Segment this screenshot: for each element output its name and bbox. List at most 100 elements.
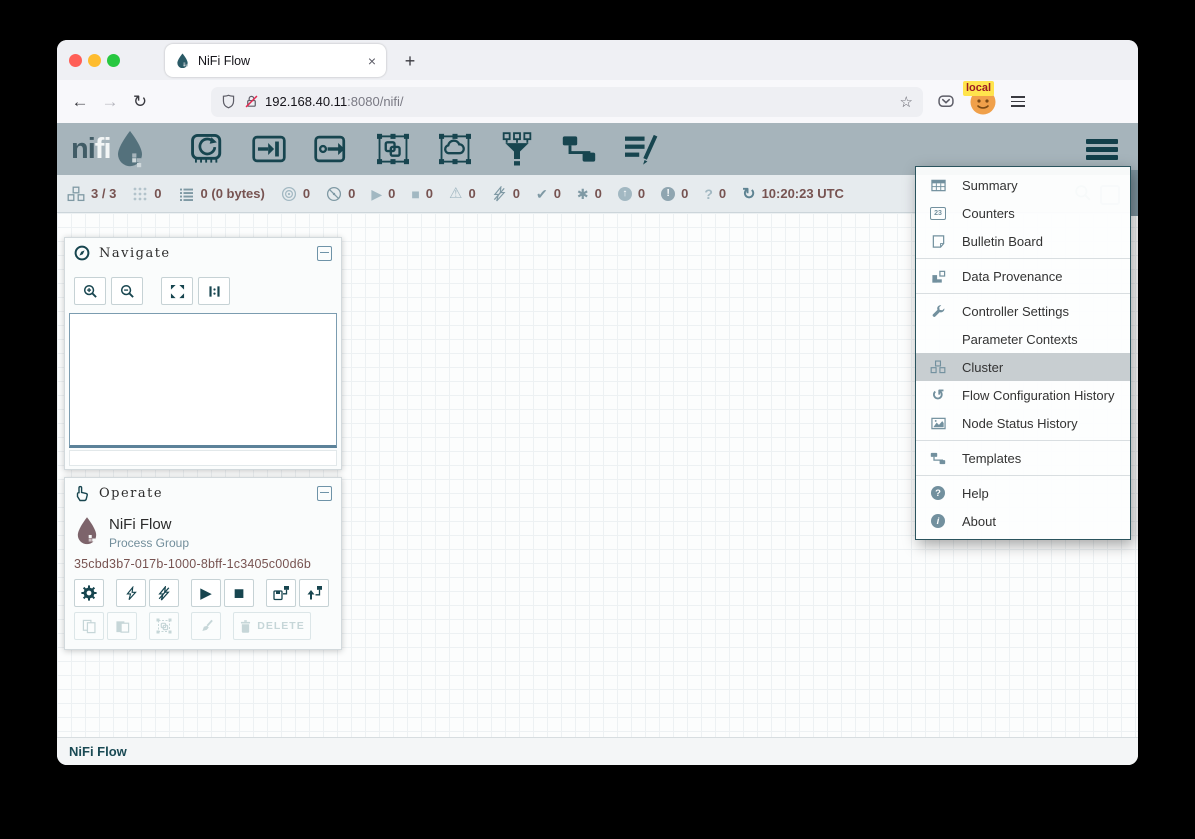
menu-item-cluster[interactable]: Cluster	[916, 353, 1130, 381]
refresh-status[interactable]: ↻ 10:20:23 UTC	[742, 184, 844, 204]
zoom-actual-size-button[interactable]	[198, 277, 230, 305]
menu-item-counters[interactable]: 23 Counters	[916, 199, 1130, 227]
new-tab-button[interactable]: +	[397, 48, 423, 74]
back-button[interactable]: ←	[65, 92, 95, 112]
process-group-icon[interactable]	[375, 131, 411, 167]
browser-toolbar: ← → ↻ 192.168.40.11:8080/nifi/ ☆	[57, 80, 1138, 124]
nifi-logo: nifi	[71, 129, 147, 169]
zoom-fit-button[interactable]	[161, 277, 193, 305]
stop-button[interactable]: ■	[224, 579, 254, 607]
menu-item-flow-configuration-history[interactable]: ↺ Flow Configuration History	[916, 381, 1130, 409]
counters-icon: 23	[930, 207, 946, 220]
menu-item-templates[interactable]: Templates	[916, 444, 1130, 472]
enable-button[interactable]	[116, 579, 146, 607]
operate-palette: Operate NiFi Flow Process Group 35cbd3b7…	[64, 477, 342, 650]
birdseye-scroll-strip[interactable]	[69, 450, 337, 466]
start-button[interactable]: ▶	[191, 579, 221, 607]
bookmark-star-icon[interactable]: ☆	[900, 93, 913, 111]
browser-menu-button[interactable]	[1011, 96, 1025, 107]
flow-configuration-history-icon: ↺	[932, 388, 945, 403]
status-queued: 0 (0 bytes)	[178, 186, 265, 202]
play-icon: ▶	[200, 586, 212, 601]
operate-title: Operate	[99, 486, 308, 501]
status-transmitting: 0	[281, 186, 310, 202]
not-transmitting-icon	[326, 186, 342, 202]
screenshot-stage: NiFi Flow × + ← → ↻ 192.168.40.11:8080/n…	[0, 0, 1195, 839]
trash-icon	[239, 619, 252, 634]
collapse-operate-button[interactable]	[317, 486, 332, 501]
template-icon[interactable]	[561, 131, 597, 167]
nifi-favicon-icon	[175, 53, 190, 68]
close-tab-icon[interactable]: ×	[368, 53, 376, 69]
menu-item-summary[interactable]: Summary	[916, 171, 1130, 199]
menu-divider	[916, 293, 1130, 294]
menu-item-controller-settings[interactable]: Controller Settings	[916, 297, 1130, 325]
funnel-icon[interactable]	[499, 131, 535, 167]
refresh-icon[interactable]: ↻	[742, 184, 755, 204]
insecure-lock-icon[interactable]	[244, 94, 259, 109]
active-threads-icon	[132, 186, 148, 202]
zoom-in-button[interactable]	[74, 277, 106, 305]
sync-failure-icon: ?	[704, 187, 713, 201]
delete-label: DELETE	[257, 620, 304, 632]
delete-button[interactable]: DELETE	[233, 612, 311, 640]
controller-settings-icon	[931, 304, 946, 319]
nifi-drop-logo-icon	[113, 129, 147, 169]
global-menu: Summary 23 Counters Bulletin Board Data …	[915, 166, 1131, 540]
forward-button[interactable]: →	[95, 92, 125, 112]
menu-item-help[interactable]: ? Help	[916, 479, 1130, 507]
up-to-date-icon: ✔	[536, 187, 548, 201]
status-stale: ↑ 0	[618, 186, 645, 201]
status-bar-right-strip	[1130, 170, 1138, 216]
copy-button[interactable]	[74, 612, 104, 640]
help-icon: ?	[931, 486, 945, 500]
pocket-icon[interactable]	[937, 94, 955, 110]
collapse-navigate-button[interactable]	[317, 246, 332, 261]
url-bar[interactable]: 192.168.40.11:8080/nifi/ ☆	[211, 87, 923, 117]
tab-title: NiFi Flow	[198, 54, 368, 68]
locally-modified-and-stale-icon: !	[661, 187, 675, 201]
navigate-title: Navigate	[99, 246, 308, 261]
browser-tab[interactable]: NiFi Flow ×	[165, 44, 386, 77]
cluster-icon	[930, 360, 946, 374]
status-active-threads: 0	[132, 186, 161, 202]
last-refreshed-time: 10:20:23 UTC	[762, 186, 844, 201]
reload-button[interactable]: ↻	[125, 92, 155, 112]
output-port-icon[interactable]	[313, 131, 349, 167]
menu-item-bulletin-board[interactable]: Bulletin Board	[916, 227, 1130, 255]
breadcrumb[interactable]: NiFi Flow	[69, 744, 127, 759]
menu-item-data-provenance[interactable]: Data Provenance	[916, 262, 1130, 290]
create-template-button[interactable]	[266, 579, 296, 607]
menu-item-about[interactable]: i About	[916, 507, 1130, 535]
status-locally-modified: ✱ 0	[577, 186, 602, 201]
queued-icon	[178, 186, 195, 202]
fill-color-button[interactable]	[191, 612, 221, 640]
paste-button[interactable]	[107, 612, 137, 640]
label-icon[interactable]	[623, 131, 659, 167]
browser-window: NiFi Flow × + ← → ↻ 192.168.40.11:8080/n…	[57, 40, 1138, 765]
disabled-icon	[492, 186, 507, 202]
nifi-global-menu-button[interactable]	[1086, 139, 1118, 160]
birdseye-minimap[interactable]	[69, 313, 337, 448]
remote-process-group-icon[interactable]	[437, 131, 473, 167]
running-icon: ▶	[371, 187, 382, 201]
zoom-window-button[interactable]	[107, 54, 120, 67]
disable-button[interactable]	[149, 579, 179, 607]
zoom-out-button[interactable]	[111, 277, 143, 305]
menu-divider	[916, 475, 1130, 476]
minimize-window-button[interactable]	[88, 54, 101, 67]
hand-pointer-icon	[74, 485, 90, 502]
node-status-history-icon	[931, 416, 946, 431]
transmitting-icon	[281, 186, 297, 202]
input-port-icon[interactable]	[251, 131, 287, 167]
close-window-button[interactable]	[69, 54, 82, 67]
process-group-drop-icon	[74, 512, 100, 550]
upload-template-button[interactable]	[299, 579, 329, 607]
menu-item-node-status-history[interactable]: Node Status History	[916, 409, 1130, 437]
configure-button[interactable]	[74, 579, 104, 607]
profile-avatar[interactable]: local	[969, 88, 997, 116]
processor-icon[interactable]	[189, 131, 225, 167]
tracking-shield-icon[interactable]	[221, 94, 236, 109]
group-button[interactable]	[149, 612, 179, 640]
menu-item-parameter-contexts[interactable]: Parameter Contexts	[916, 325, 1130, 353]
